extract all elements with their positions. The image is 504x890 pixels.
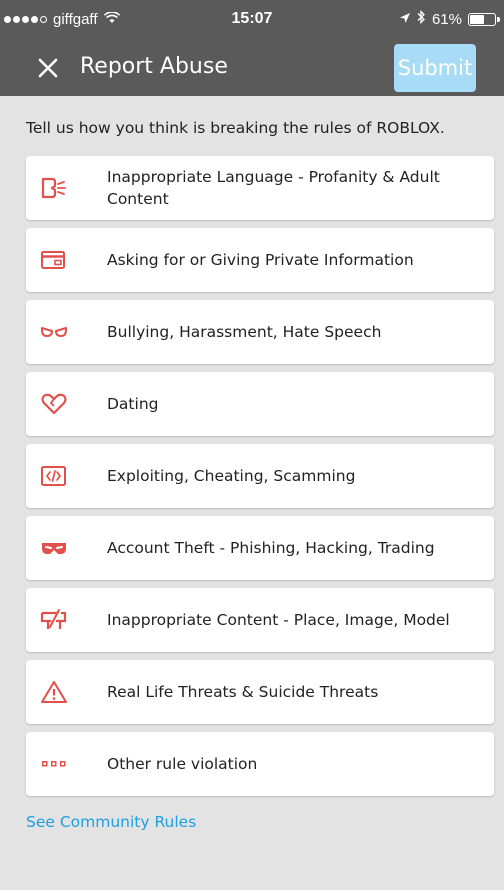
card-icon — [39, 247, 69, 273]
close-icon — [38, 58, 58, 78]
list-item[interactable]: Other rule violation — [26, 732, 494, 796]
list-item-label: Dating — [107, 395, 159, 413]
battery-icon — [468, 12, 500, 26]
list-item-label: Asking for or Giving Private Information — [107, 251, 414, 269]
submit-button[interactable]: Submit — [394, 44, 476, 92]
battery-tip — [497, 16, 500, 22]
list-item[interactable]: Real Life Threats & Suicide Threats — [26, 660, 494, 724]
battery-fill — [470, 14, 485, 24]
bluetooth-icon — [417, 9, 426, 28]
warning-icon — [39, 679, 69, 705]
code-icon — [39, 463, 69, 489]
list-item-label: Account Theft - Phishing, Hacking, Tradi… — [107, 539, 435, 557]
list-item[interactable]: Asking for or Giving Private Information — [26, 228, 494, 292]
mask-icon — [39, 319, 69, 345]
list-item-label: Real Life Threats & Suicide Threats — [107, 683, 379, 701]
list-item[interactable]: Account Theft - Phishing, Hacking, Tradi… — [26, 516, 494, 580]
list-item-label: Inappropriate Language - Profanity & Adu… — [107, 168, 440, 208]
broken-sign-icon — [39, 607, 69, 633]
list-item-label: Exploiting, Cheating, Scamming — [107, 467, 356, 485]
community-rules-link[interactable]: See Community Rules — [26, 813, 196, 831]
list-item[interactable]: Inappropriate Language - Profanity & Adu… — [26, 156, 494, 220]
list-item-label: Bullying, Harassment, Hate Speech — [107, 323, 382, 341]
status-bar: giffgaff 15:07 61% — [0, 0, 504, 40]
category-list: Inappropriate Language - Profanity & Adu… — [26, 156, 494, 804]
heart-icon — [39, 391, 69, 417]
list-item-label: Other rule violation — [107, 755, 258, 773]
list-item[interactable]: Inappropriate Content - Place, Image, Mo… — [26, 588, 494, 652]
close-button[interactable] — [34, 54, 62, 82]
list-item[interactable]: Bullying, Harassment, Hate Speech — [26, 300, 494, 364]
intro-text: Tell us how you think is breaking the ru… — [26, 119, 445, 137]
list-item[interactable]: Dating — [26, 372, 494, 436]
speech-icon — [39, 175, 69, 201]
bandit-icon — [39, 535, 69, 561]
dots-icon — [39, 751, 69, 777]
battery-percent: 61% — [431, 10, 462, 28]
list-item[interactable]: Exploiting, Cheating, Scamming — [26, 444, 494, 508]
header-bar: Report Abuse Submit — [0, 40, 504, 96]
page-title: Report Abuse — [80, 54, 228, 79]
list-item-label: Inappropriate Content - Place, Image, Mo… — [107, 611, 450, 629]
location-arrow-icon — [399, 11, 411, 28]
status-right: 61% — [399, 9, 500, 28]
